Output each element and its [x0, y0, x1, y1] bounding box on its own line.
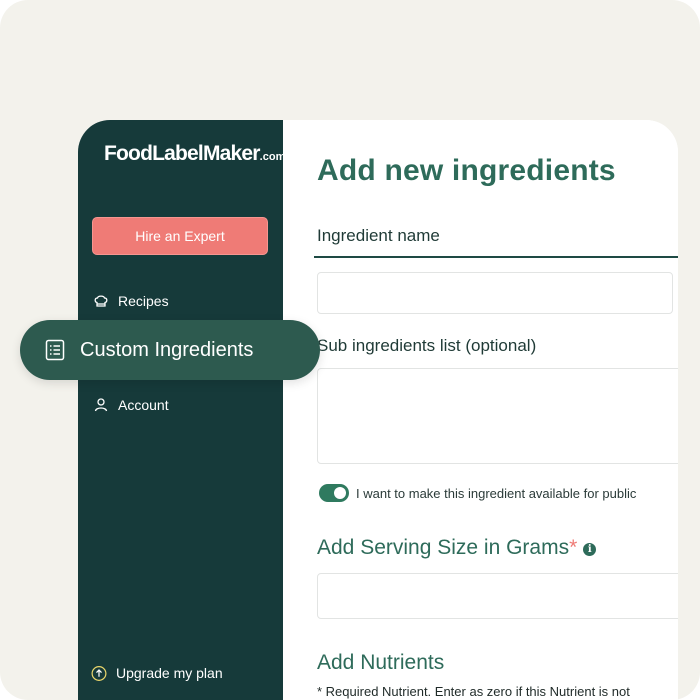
sub-ingredients-textarea[interactable] — [317, 368, 678, 464]
sidebar-item-account[interactable]: Account — [93, 397, 169, 413]
logo[interactable]: FoodLabelMaker.com — [104, 142, 285, 166]
ingredient-name-input[interactable] — [317, 272, 673, 314]
sidebar-item-label: Recipes — [118, 293, 169, 309]
serving-size-label: Add Serving Size in Grams* i — [317, 536, 597, 560]
tab-underline — [314, 256, 678, 258]
toggle-knob — [334, 487, 346, 499]
tab-ingredient-name[interactable]: Ingredient name — [317, 226, 440, 246]
user-icon — [93, 397, 109, 413]
sidebar-item-recipes[interactable]: Recipes — [93, 293, 169, 309]
info-icon[interactable]: i — [583, 543, 597, 556]
public-toggle[interactable] — [319, 484, 349, 502]
sidebar-item-label: Account — [118, 397, 169, 413]
app-window: FoodLabelMaker.com Hire an Expert Recipe… — [78, 120, 678, 700]
serving-size-text: Add Serving Size in Grams — [317, 536, 570, 559]
sidebar-item-label: Custom Ingredients — [80, 338, 254, 361]
page-title: Add new ingredients — [317, 154, 616, 187]
hire-expert-button[interactable]: Hire an Expert — [92, 217, 268, 255]
logo-suffix-text: .com — [259, 151, 286, 163]
logo-main-text: FoodLabelMaker — [104, 142, 260, 165]
required-mark: * — [569, 536, 578, 559]
public-toggle-label: I want to make this ingredient available… — [356, 486, 637, 501]
main-panel: Add new ingredients Ingredient name Sub … — [283, 120, 678, 700]
serving-size-input[interactable] — [317, 573, 678, 619]
arrow-up-circle-icon — [91, 665, 107, 681]
sidebar: FoodLabelMaker.com Hire an Expert Recipe… — [78, 120, 285, 700]
sidebar-item-custom-ingredients[interactable]: Custom Ingredients — [20, 320, 320, 380]
nutrients-note: * Required Nutrient. Enter as zero if th… — [317, 684, 630, 699]
chef-hat-icon — [93, 293, 109, 309]
nutrients-heading: Add Nutrients — [317, 651, 445, 674]
upgrade-plan-label: Upgrade my plan — [116, 665, 223, 681]
upgrade-plan-link[interactable]: Upgrade my plan — [91, 665, 223, 681]
list-icon — [44, 339, 66, 361]
sub-ingredients-label: Sub ingredients list (optional) — [317, 336, 537, 355]
